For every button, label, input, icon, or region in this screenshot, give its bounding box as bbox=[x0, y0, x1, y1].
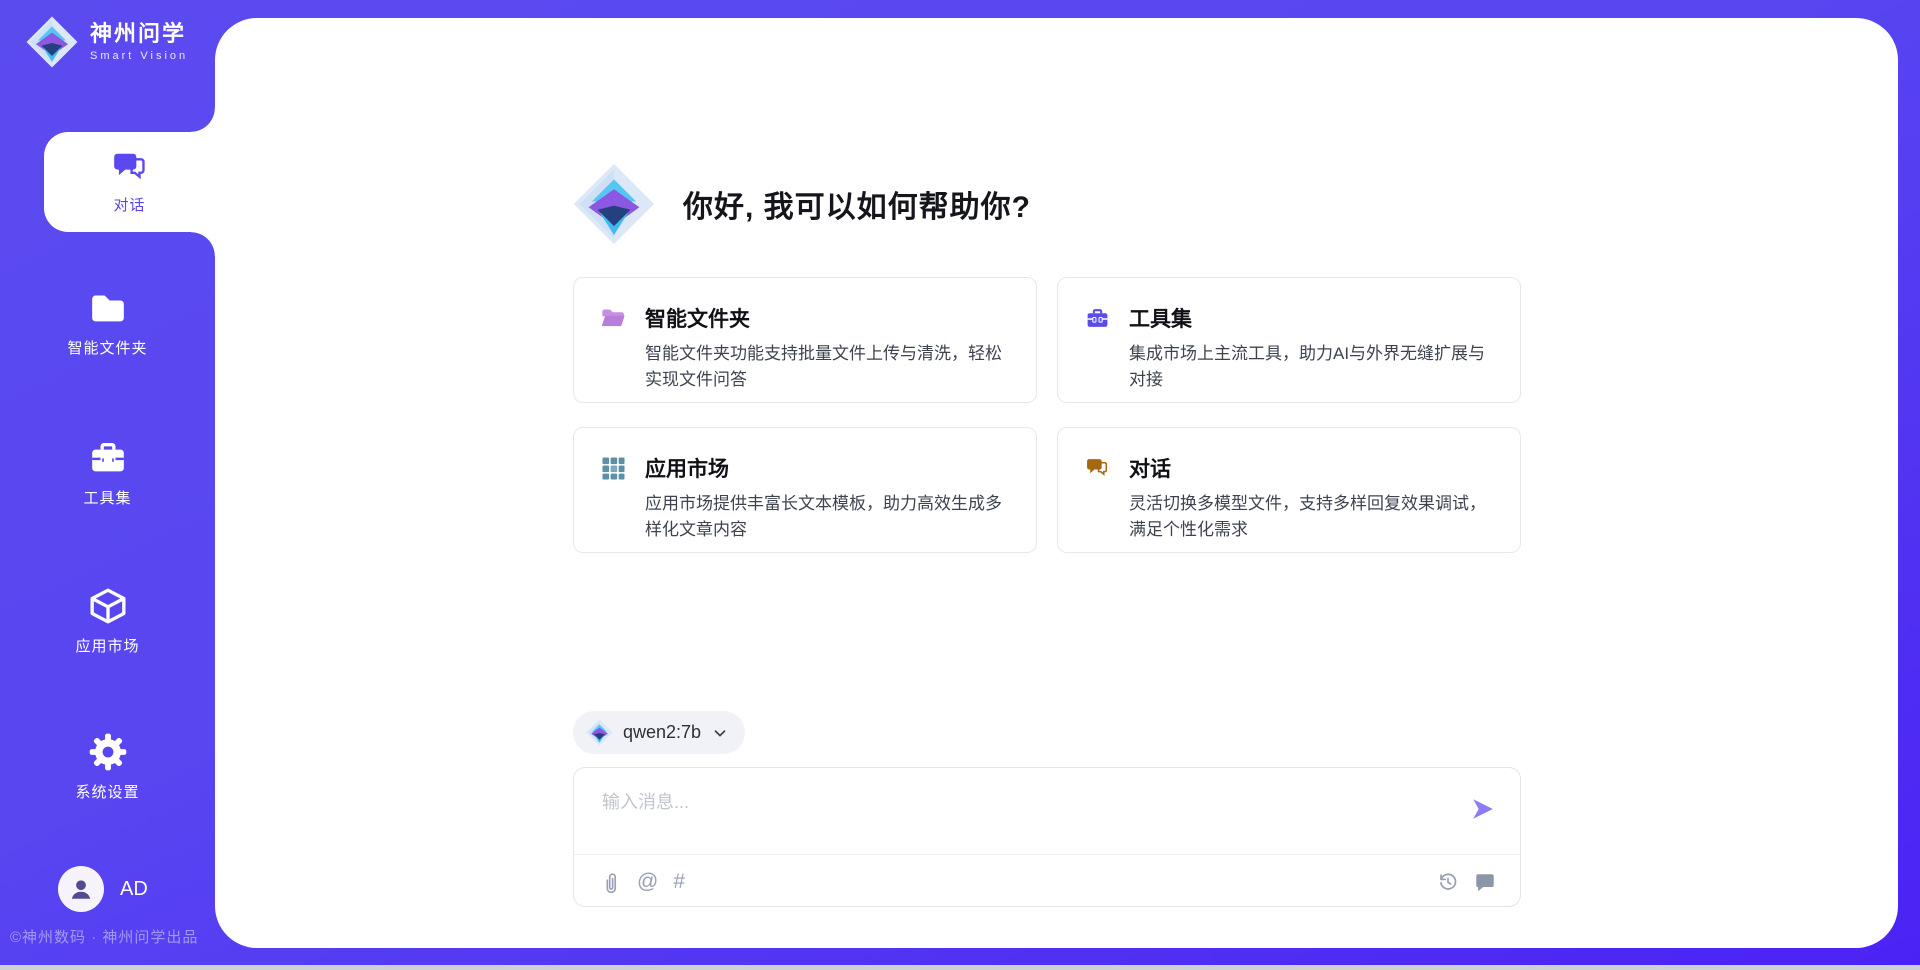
model-diamond-icon bbox=[586, 719, 613, 746]
card-description: 灵活切换多模型文件，支持多样回复效果调试，满足个性化需求 bbox=[1129, 491, 1498, 544]
tab-fillet-top bbox=[191, 108, 215, 132]
send-button[interactable] bbox=[1470, 796, 1496, 822]
model-selector[interactable]: qwen2:7b bbox=[573, 711, 745, 754]
user-profile[interactable]: AD bbox=[58, 866, 148, 912]
feature-cards: 智能文件夹 智能文件夹功能支持批量文件上传与清洗，轻松实现文件问答 工具集 集成… bbox=[573, 277, 1521, 553]
model-name: qwen2:7b bbox=[623, 722, 701, 743]
folder-open-icon bbox=[601, 306, 626, 331]
card-title: 智能文件夹 bbox=[645, 303, 750, 333]
sidebar-item-settings[interactable]: 系统设置 bbox=[0, 732, 215, 802]
card-title: 对话 bbox=[1129, 453, 1171, 483]
user-initials: AD bbox=[120, 878, 148, 901]
card-chat[interactable]: 对话 灵活切换多模型文件，支持多样回复效果调试，满足个性化需求 bbox=[1057, 427, 1521, 553]
new-chat-button[interactable] bbox=[1474, 871, 1496, 893]
card-description: 智能文件夹功能支持批量文件上传与清洗，轻松实现文件问答 bbox=[645, 341, 1014, 394]
chat-bubble-icon bbox=[1474, 871, 1496, 893]
greeting-title: 你好, 我可以如何帮助你? bbox=[683, 182, 1031, 226]
brand-diamond-icon bbox=[26, 16, 78, 68]
input-toolbar: @ # bbox=[600, 865, 1496, 899]
card-description: 应用市场提供丰富长文本模板，助力高效生成多样化文章内容 bbox=[645, 491, 1014, 544]
tab-fillet-bottom bbox=[191, 232, 215, 256]
paperclip-icon bbox=[600, 871, 622, 893]
hash-icon: # bbox=[673, 871, 685, 893]
sidebar: 神州问学 Smart Vision 对话 智能文件夹 工具集 应用市场 bbox=[0, 0, 215, 970]
briefcase-icon bbox=[1085, 306, 1110, 331]
brand-logo-block: 神州问学 Smart Vision bbox=[26, 16, 188, 68]
at-icon: @ bbox=[637, 871, 658, 893]
app-root: { "brand": { "title": "神州问学", "subtitle"… bbox=[0, 0, 1920, 970]
sidebar-item-label: 智能文件夹 bbox=[67, 337, 147, 358]
chat-bubbles-icon bbox=[1085, 456, 1110, 481]
bottom-edge-strip bbox=[0, 965, 1920, 970]
main-panel: 你好, 我可以如何帮助你? 智能文件夹 智能文件夹功能支持批量文件上传与清洗，轻… bbox=[215, 18, 1898, 948]
toolbox-icon bbox=[88, 438, 128, 478]
gear-icon bbox=[88, 732, 128, 772]
card-title: 工具集 bbox=[1129, 303, 1192, 333]
card-smart-folder[interactable]: 智能文件夹 智能文件夹功能支持批量文件上传与清洗，轻松实现文件问答 bbox=[573, 277, 1037, 403]
copyright-footer: ©神州数码 · 神州问学出品 bbox=[10, 926, 198, 947]
chat-icon bbox=[111, 149, 149, 187]
cube-icon bbox=[88, 586, 128, 626]
folder-icon bbox=[88, 288, 128, 328]
message-input-box: @ # bbox=[573, 767, 1521, 907]
history-button[interactable] bbox=[1437, 871, 1459, 893]
content-column: 你好, 我可以如何帮助你? 智能文件夹 智能文件夹功能支持批量文件上传与清洗，轻… bbox=[573, 18, 1521, 907]
assistant-diamond-icon bbox=[573, 163, 655, 245]
sidebar-item-app-market[interactable]: 应用市场 bbox=[0, 586, 215, 656]
sidebar-item-toolset[interactable]: 工具集 bbox=[0, 438, 215, 508]
brand-title: 神州问学 bbox=[90, 22, 188, 46]
input-divider bbox=[574, 854, 1520, 855]
sidebar-item-chat[interactable]: 对话 bbox=[44, 132, 215, 232]
chevron-down-icon bbox=[711, 724, 729, 742]
history-icon bbox=[1437, 871, 1459, 893]
sidebar-item-label: 对话 bbox=[113, 194, 145, 215]
card-title: 应用市场 bbox=[645, 453, 729, 483]
card-toolset[interactable]: 工具集 集成市场上主流工具，助力AI与外界无缝扩展与对接 bbox=[1057, 277, 1521, 403]
message-input[interactable] bbox=[602, 788, 1432, 844]
avatar bbox=[58, 866, 104, 912]
greeting-block: 你好, 我可以如何帮助你? bbox=[573, 163, 1521, 245]
sidebar-item-label: 应用市场 bbox=[75, 635, 139, 656]
send-icon bbox=[1470, 796, 1496, 822]
card-description: 集成市场上主流工具，助力AI与外界无缝扩展与对接 bbox=[1129, 341, 1498, 394]
sidebar-item-label: 系统设置 bbox=[75, 781, 139, 802]
person-icon bbox=[68, 876, 94, 902]
sidebar-item-label: 工具集 bbox=[83, 487, 131, 508]
card-app-market[interactable]: 应用市场 应用市场提供丰富长文本模板，助力高效生成多样化文章内容 bbox=[573, 427, 1037, 553]
topic-button[interactable]: # bbox=[673, 871, 685, 893]
mention-button[interactable]: @ bbox=[637, 871, 658, 893]
grid-icon bbox=[601, 456, 626, 481]
sidebar-item-smart-folder[interactable]: 智能文件夹 bbox=[0, 288, 215, 358]
attach-file-button[interactable] bbox=[600, 871, 622, 893]
brand-subtitle: Smart Vision bbox=[90, 50, 188, 62]
